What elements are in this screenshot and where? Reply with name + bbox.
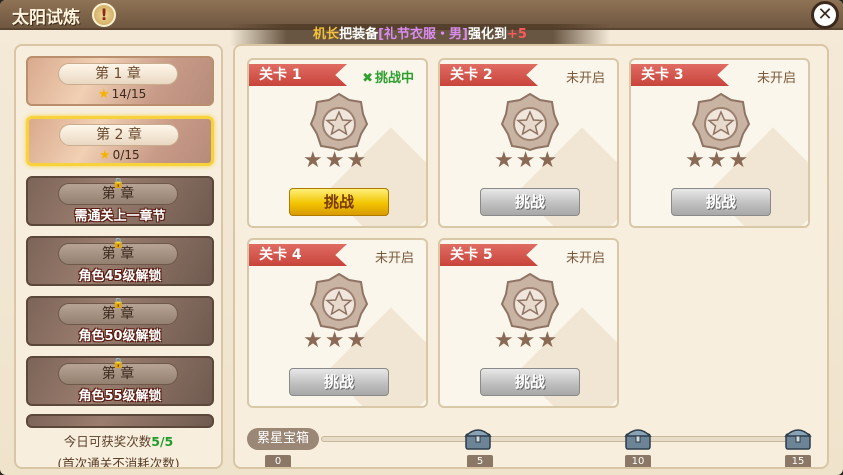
stage-tag: 关卡 5	[440, 244, 538, 266]
close-button[interactable]: ✕	[811, 1, 839, 29]
stage-tag: 关卡 1	[249, 64, 347, 86]
stage-card[interactable]: 关卡 5 未开启 ★★★ 挑战	[438, 238, 619, 408]
challenge-button[interactable]: 挑战	[480, 188, 580, 216]
daily-reward-count: 5/5	[151, 434, 174, 449]
info-icon[interactable]: !	[92, 3, 116, 27]
medal-icon	[691, 92, 751, 152]
chapter-item-locked[interactable]: 第 章 🔒 角色55级解锁	[26, 356, 214, 406]
challenge-button[interactable]: 挑战	[480, 368, 580, 396]
chapter-sidebar: 第 1 章 ★ 14/15 第 2 章 ★ 0/15 第 章 🔒 需通关上一章节 第…	[14, 44, 223, 469]
lock-icon: 🔒	[112, 238, 125, 249]
notice-level: +5	[506, 27, 527, 42]
star-progress-track	[321, 436, 801, 442]
medal-icon	[309, 272, 369, 332]
stage-stars: ★★★	[685, 148, 751, 173]
star-chest-label: 累星宝箱	[247, 428, 319, 450]
stage-panel: 关卡 1 挑战中 ★★★ 挑战 关卡 2 未开启 ★★★ 挑战 关卡	[233, 44, 829, 469]
stage-stars: ★★★	[494, 328, 560, 353]
broadcast-notice: 机长把装备[礼节衣服・男]强化到+5	[230, 24, 610, 46]
daily-reward-label: 今日可获奖次数	[63, 434, 152, 449]
stage-status: 挑战中	[362, 67, 414, 86]
notice-item: [礼节衣服・男]	[378, 27, 468, 42]
stage-card[interactable]: 关卡 4 未开启 ★★★ 挑战	[247, 238, 428, 408]
challenge-button[interactable]: 挑战	[289, 188, 389, 216]
chapter-item[interactable]: 第 1 章 ★ 14/15	[26, 56, 214, 106]
challenge-button[interactable]: 挑战	[289, 368, 389, 396]
chapter-lock-reason: 角色45级解锁	[78, 269, 162, 284]
notice-suffix: 强化到	[467, 27, 507, 42]
window-title: 太阳试炼	[12, 8, 80, 28]
treasure-chest-icon[interactable]	[463, 424, 493, 452]
star-icon: ★	[98, 87, 110, 102]
star-tick: 15	[785, 455, 811, 467]
lock-icon: 🔒	[112, 298, 125, 309]
stage-status: 未开启	[565, 251, 605, 266]
chapter-item-selected[interactable]: 第 2 章 ★ 0/15	[26, 116, 214, 166]
chapter-star-progress: ★ 14/15	[98, 87, 147, 102]
daily-reward-info: 今日可获奖次数5/5 (首次通关不消耗次数)	[16, 424, 221, 469]
chapter-item-locked[interactable]: 第 章 🔒 角色45级解锁	[26, 236, 214, 286]
challenge-button[interactable]: 挑战	[671, 188, 771, 216]
stage-status: 未开启	[756, 71, 796, 86]
stage-card[interactable]: 关卡 1 挑战中 ★★★ 挑战	[247, 58, 428, 228]
medal-icon	[309, 92, 369, 152]
daily-reward-note: (首次通关不消耗次数)	[57, 456, 180, 469]
stage-status: 未开启	[565, 71, 605, 86]
notice-verb: 把装备	[339, 27, 379, 42]
star-tick: 5	[467, 455, 493, 467]
chapter-star-progress: ★ 0/15	[99, 148, 140, 163]
treasure-chest-icon[interactable]	[623, 424, 653, 452]
medal-icon	[500, 92, 560, 152]
stage-tag: 关卡 3	[631, 64, 729, 86]
stage-status: 未开启	[374, 251, 414, 266]
stage-tag: 关卡 2	[440, 64, 538, 86]
chapter-item-locked[interactable]: 第 章 🔒 角色50级解锁	[26, 296, 214, 346]
lock-icon: 🔒	[112, 358, 125, 369]
stage-tag: 关卡 4	[249, 244, 347, 266]
treasure-chest-icon[interactable]	[783, 424, 813, 452]
stage-stars: ★★★	[494, 148, 560, 173]
lock-icon: 🔒	[112, 178, 125, 189]
trial-window: 太阳试炼 ! ✕ 机长把装备[礼节衣服・男]强化到+5 第 1 章 ★ 14/15…	[0, 0, 843, 475]
chapter-lock-reason: 角色55级解锁	[78, 389, 162, 404]
notice-player-name: 机长	[313, 27, 340, 42]
stage-card[interactable]: 关卡 3 未开启 ★★★ 挑战	[629, 58, 810, 228]
chapter-label: 第 1 章	[58, 63, 178, 85]
star-tick: 10	[625, 455, 651, 467]
star-icon: ★	[99, 148, 111, 163]
chapter-lock-reason: 角色50级解锁	[78, 329, 162, 344]
stage-stars: ★★★	[303, 148, 369, 173]
chapter-label: 第 2 章	[59, 124, 179, 146]
chapter-lock-reason: 需通关上一章节	[74, 209, 166, 224]
medal-icon	[500, 272, 560, 332]
stage-stars: ★★★	[303, 328, 369, 353]
stage-card[interactable]: 关卡 2 未开启 ★★★ 挑战	[438, 58, 619, 228]
chapter-item-locked[interactable]: 第 章 🔒 需通关上一章节	[26, 176, 214, 226]
star-tick: 0	[265, 455, 291, 467]
